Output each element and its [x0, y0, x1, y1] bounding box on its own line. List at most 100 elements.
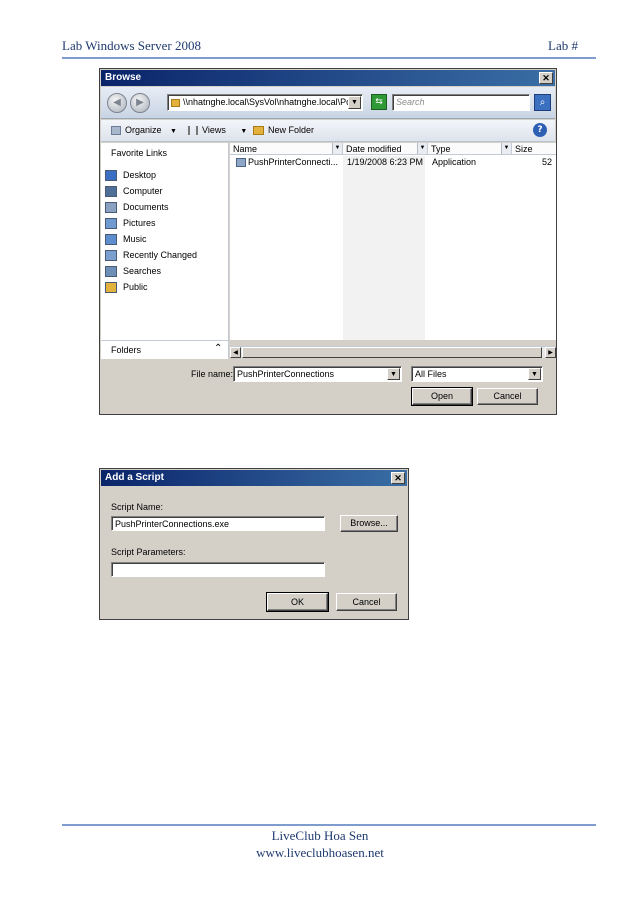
script-parameters-field[interactable]: [111, 562, 325, 577]
file-type: Application: [432, 157, 477, 167]
folder-icon: [171, 98, 180, 107]
file-type-value: All Files: [415, 369, 447, 379]
scrollbar-thumb[interactable]: [242, 347, 542, 358]
music-icon: [105, 234, 117, 246]
open-button[interactable]: Open: [411, 387, 473, 406]
document-header: Lab Windows Server 2008 Lab #: [62, 38, 578, 58]
file-size: 52: [542, 157, 553, 167]
chevron-down-icon[interactable]: ▼: [417, 143, 427, 154]
ok-button[interactable]: OK: [266, 592, 329, 612]
sorted-column-shade: [343, 156, 425, 340]
scroll-right-icon[interactable]: ▶: [545, 347, 556, 358]
sidebar-item-public[interactable]: Public: [105, 279, 197, 295]
column-header-date[interactable]: Date modified ▼: [343, 143, 428, 155]
chevron-down-icon[interactable]: ▼: [501, 143, 511, 154]
table-row[interactable]: PushPrinterConnecti... 1/19/2008 6:23 PM…: [230, 156, 556, 169]
sidebar-item-label: Music: [123, 234, 147, 244]
sidebar-item-pictures[interactable]: Pictures: [105, 215, 197, 231]
column-name-label: Name: [233, 144, 258, 154]
organize-label: Organize: [125, 125, 162, 135]
sidebar-item-label: Computer: [123, 186, 163, 196]
chevron-down-icon[interactable]: ▼: [387, 368, 400, 380]
file-name-cell: PushPrinterConnecti...: [236, 156, 338, 169]
sidebar-item-music[interactable]: Music: [105, 231, 197, 247]
close-icon[interactable]: ✕: [539, 72, 553, 84]
scroll-left-icon[interactable]: ◀: [230, 347, 241, 358]
horizontal-scrollbar[interactable]: ◀ ▶: [230, 346, 556, 358]
pictures-icon: [105, 218, 117, 230]
new-folder-label: New Folder: [268, 125, 315, 135]
sidebar-item-computer[interactable]: Computer: [105, 183, 197, 199]
header-lab-number: Lab #: [548, 38, 578, 53]
sidebar-item-label: Pictures: [123, 218, 156, 228]
sidebar-item-searches[interactable]: Searches: [105, 263, 197, 279]
recently-changed-icon: [105, 250, 117, 262]
add-script-dialog: Add a Script ✕ Script Name: PushPrinterC…: [99, 468, 409, 620]
column-header-size[interactable]: Size: [512, 143, 556, 155]
folders-label: Folders: [111, 345, 142, 355]
chevron-down-icon: ▼: [240, 128, 248, 135]
sidebar-item-label: Public: [123, 282, 148, 292]
new-folder-icon: [253, 126, 264, 136]
file-date: 1/19/2008 6:23 PM: [347, 157, 424, 167]
searches-icon: [105, 266, 117, 278]
column-header-name[interactable]: Name ▼: [230, 143, 343, 155]
search-placeholder: Search: [396, 97, 425, 107]
organize-icon: [111, 126, 121, 136]
browse-titlebar: Browse ✕: [101, 70, 555, 86]
sidebar-item-recently-changed[interactable]: Recently Changed: [105, 247, 197, 263]
chevron-down-icon[interactable]: ▼: [528, 368, 541, 380]
column-header-type[interactable]: Type ▼: [428, 143, 512, 155]
address-bar[interactable]: \\nhatnghe.local\SysVol\nhatnghe.local\P…: [167, 94, 363, 111]
command-toolbar: Organize ▼ Views ▼ New Folder ?: [101, 120, 555, 142]
script-name-field[interactable]: PushPrinterConnections.exe: [111, 516, 325, 531]
desktop-icon: [105, 170, 117, 182]
search-input[interactable]: Search: [392, 94, 530, 111]
chevron-down-icon: ▼: [170, 128, 177, 135]
footer-website: www.liveclubhoasen.net: [256, 845, 384, 860]
column-size-label: Size: [515, 144, 533, 154]
views-label: Views: [202, 125, 226, 135]
browse-dialog: Browse ✕ ◀ ▶ \\nhatnghe.local\SysVol\nha…: [99, 68, 557, 415]
views-icon: [188, 126, 198, 136]
favorite-links-title: Favorite Links: [111, 148, 168, 158]
new-folder-button[interactable]: New Folder: [253, 125, 315, 136]
file-list: Name ▼ Date modified ▼ Type ▼ Size PushP…: [230, 143, 556, 340]
documents-icon: [105, 202, 117, 214]
add-script-titlebar: Add a Script ✕: [101, 470, 407, 486]
header-title: Lab Windows Server 2008: [62, 38, 201, 53]
add-script-title: Add a Script: [105, 472, 164, 483]
file-name-value: PushPrinterConnections: [237, 369, 335, 379]
forward-arrow-icon[interactable]: ▶: [130, 93, 150, 113]
cancel-button[interactable]: Cancel: [336, 593, 397, 611]
help-icon[interactable]: ?: [533, 123, 547, 137]
chevron-down-icon[interactable]: ▼: [332, 143, 342, 154]
chevron-down-icon[interactable]: ▼: [348, 96, 361, 109]
sidebar-item-documents[interactable]: Documents: [105, 199, 197, 215]
file-name-label: File name:: [191, 369, 234, 379]
file-name: PushPrinterConnecti...: [248, 157, 339, 167]
organize-menu[interactable]: Organize ▼: [111, 125, 177, 136]
close-icon[interactable]: ✕: [391, 472, 405, 484]
cancel-button[interactable]: Cancel: [477, 388, 538, 405]
search-icon[interactable]: ⌕: [534, 94, 551, 111]
back-arrow-icon[interactable]: ◀: [107, 93, 127, 113]
file-name-input[interactable]: PushPrinterConnections ▼: [233, 366, 402, 382]
sidebar-item-label: Searches: [123, 266, 162, 276]
column-date-label: Date modified: [346, 144, 402, 154]
navigation-pane: Favorite Links Desktop Computer Documents P…: [101, 143, 229, 340]
column-type-label: Type: [431, 144, 451, 154]
folders-toggle[interactable]: Folders ⌃: [101, 340, 229, 359]
application-icon: [236, 158, 246, 168]
sidebar-item-desktop[interactable]: Desktop: [105, 167, 197, 183]
script-parameters-label: Script Parameters:: [111, 547, 186, 557]
file-type-select[interactable]: All Files ▼: [411, 366, 543, 382]
refresh-icon[interactable]: ⇆: [371, 94, 387, 110]
browse-button[interactable]: Browse...: [340, 515, 398, 532]
public-folder-icon: [105, 282, 117, 294]
navigation-bar: ◀ ▶ \\nhatnghe.local\SysVol\nhatnghe.loc…: [101, 87, 555, 119]
sidebar-item-label: Recently Changed: [123, 250, 198, 260]
views-menu[interactable]: Views ▼: [188, 125, 248, 136]
script-name-label: Script Name:: [111, 502, 164, 512]
footer-club-name: LiveClub Hoa Sen: [271, 828, 369, 843]
